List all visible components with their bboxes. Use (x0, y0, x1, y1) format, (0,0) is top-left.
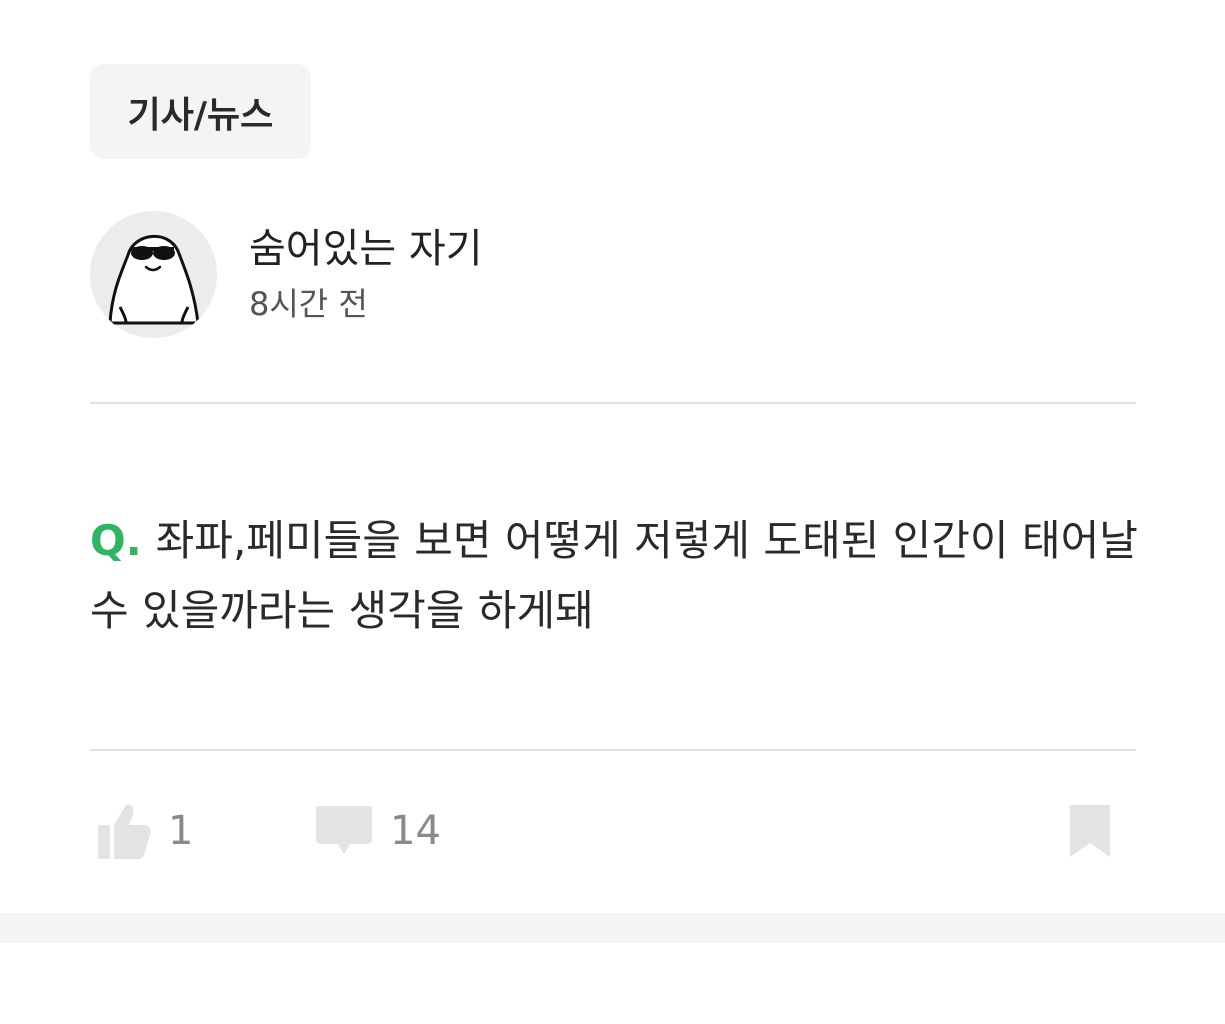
action-bar: 1 14 (90, 795, 1136, 867)
thumbs-up-icon (98, 804, 151, 859)
like-button[interactable]: 1 (96, 795, 193, 867)
question-text: 좌파,페미들을 보면 어떻게 저렇게 도태된 인간이 태어날 수 있을까라는 생… (90, 516, 1138, 635)
category-label: 기사/뉴스 (127, 94, 274, 136)
section-separator (0, 913, 1225, 943)
category-chip[interactable]: 기사/뉴스 (90, 64, 311, 159)
author-name[interactable]: 숨어있는 자기 (249, 224, 483, 274)
comment-button[interactable]: 14 (314, 795, 441, 867)
divider (90, 749, 1136, 751)
question-prefix: Q. (90, 516, 142, 565)
bookmark-button[interactable] (1066, 795, 1114, 867)
post-card: 기사/뉴스 숨어있는 자기 8시간 전 Q. 좌파,페미들을 보면 어떻게 저렇… (0, 0, 1225, 1024)
divider (90, 402, 1136, 404)
author-meta: 숨어있는 자기 8시간 전 (249, 224, 483, 326)
speech-bubble-icon (316, 806, 372, 854)
avatar[interactable] (90, 211, 217, 338)
like-count: 1 (168, 808, 194, 854)
sunglasses-character-icon (90, 211, 217, 338)
question-body: Q. 좌파,페미들을 보면 어떻게 저렇게 도태된 인간이 태어날 수 있을까라는… (90, 506, 1140, 646)
post-time: 8시간 전 (249, 284, 368, 323)
bookmark-icon (1070, 805, 1110, 857)
comment-count: 14 (390, 808, 441, 854)
author-block: 숨어있는 자기 8시간 전 (90, 211, 483, 338)
